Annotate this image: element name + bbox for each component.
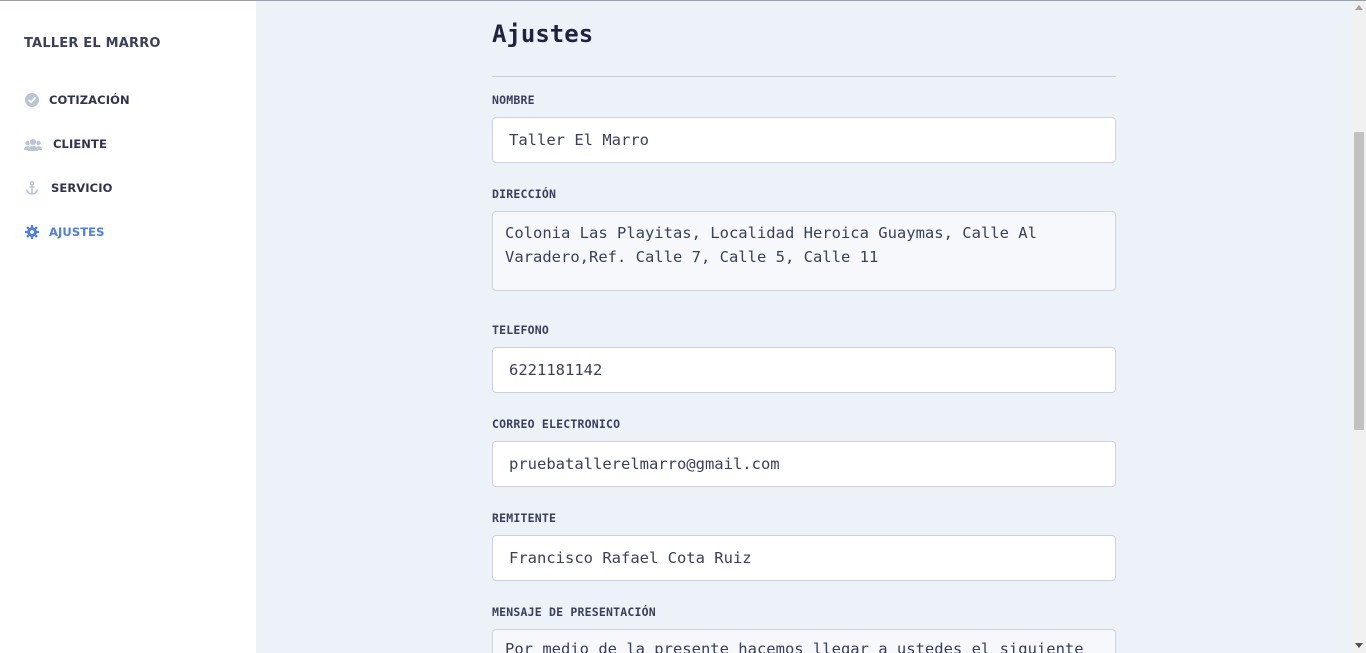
anchor-icon [24,180,40,196]
gear-icon [24,224,40,240]
brand-title: TALLER EL MARRO [24,36,161,51]
scroll-down-icon[interactable] [1355,643,1363,648]
telefono-input[interactable]: 6221181142 [492,347,1116,393]
sidebar-item-label: CLIENTE [53,137,107,151]
scrollbar-thumb[interactable] [1354,132,1364,430]
nombre-label: NOMBRE [492,93,535,107]
remitente-input[interactable]: Francisco Rafael Cota Ruiz [492,535,1116,581]
sidebar: TALLER EL MARRO COTIZACIÓN CLIENTE SERVI… [0,1,256,653]
sidebar-item-servicio[interactable]: SERVICIO [24,178,112,198]
sidebar-item-label: COTIZACIÓN [49,93,130,107]
check-circle-icon [24,92,40,108]
correo-label: CORREO ELECTRONICO [492,417,621,431]
sidebar-item-ajustes[interactable]: AJUSTES [24,222,104,242]
sidebar-item-label: SERVICIO [51,181,113,195]
settings-panel: Ajustes NOMBRE Taller El Marro DIRECCIÓN… [256,1,1352,653]
telefono-label: TELEFONO [492,323,549,337]
scroll-up-icon[interactable] [1355,5,1363,10]
users-icon [24,136,42,152]
nombre-input[interactable]: Taller El Marro [492,117,1116,163]
title-divider [492,76,1116,77]
remitente-label: REMITENTE [492,511,557,525]
sidebar-item-cotizacion[interactable]: COTIZACIÓN [24,90,130,110]
mensaje-textarea[interactable]: Por medio de la presente hacemos llegar … [492,629,1116,653]
sidebar-item-cliente[interactable]: CLIENTE [24,134,107,154]
sidebar-item-label: AJUSTES [49,225,105,239]
direccion-label: DIRECCIÓN [492,187,557,201]
direccion-textarea[interactable]: Colonia Las Playitas, Localidad Heroica … [492,211,1116,291]
page-title: Ajustes [492,20,594,48]
mensaje-label: MENSAJE DE PRESENTACIÓN [492,605,656,619]
page-scrollbar[interactable] [1352,1,1366,653]
email-field[interactable]: pruebatallerelmarro@gmail.com [492,441,1116,487]
